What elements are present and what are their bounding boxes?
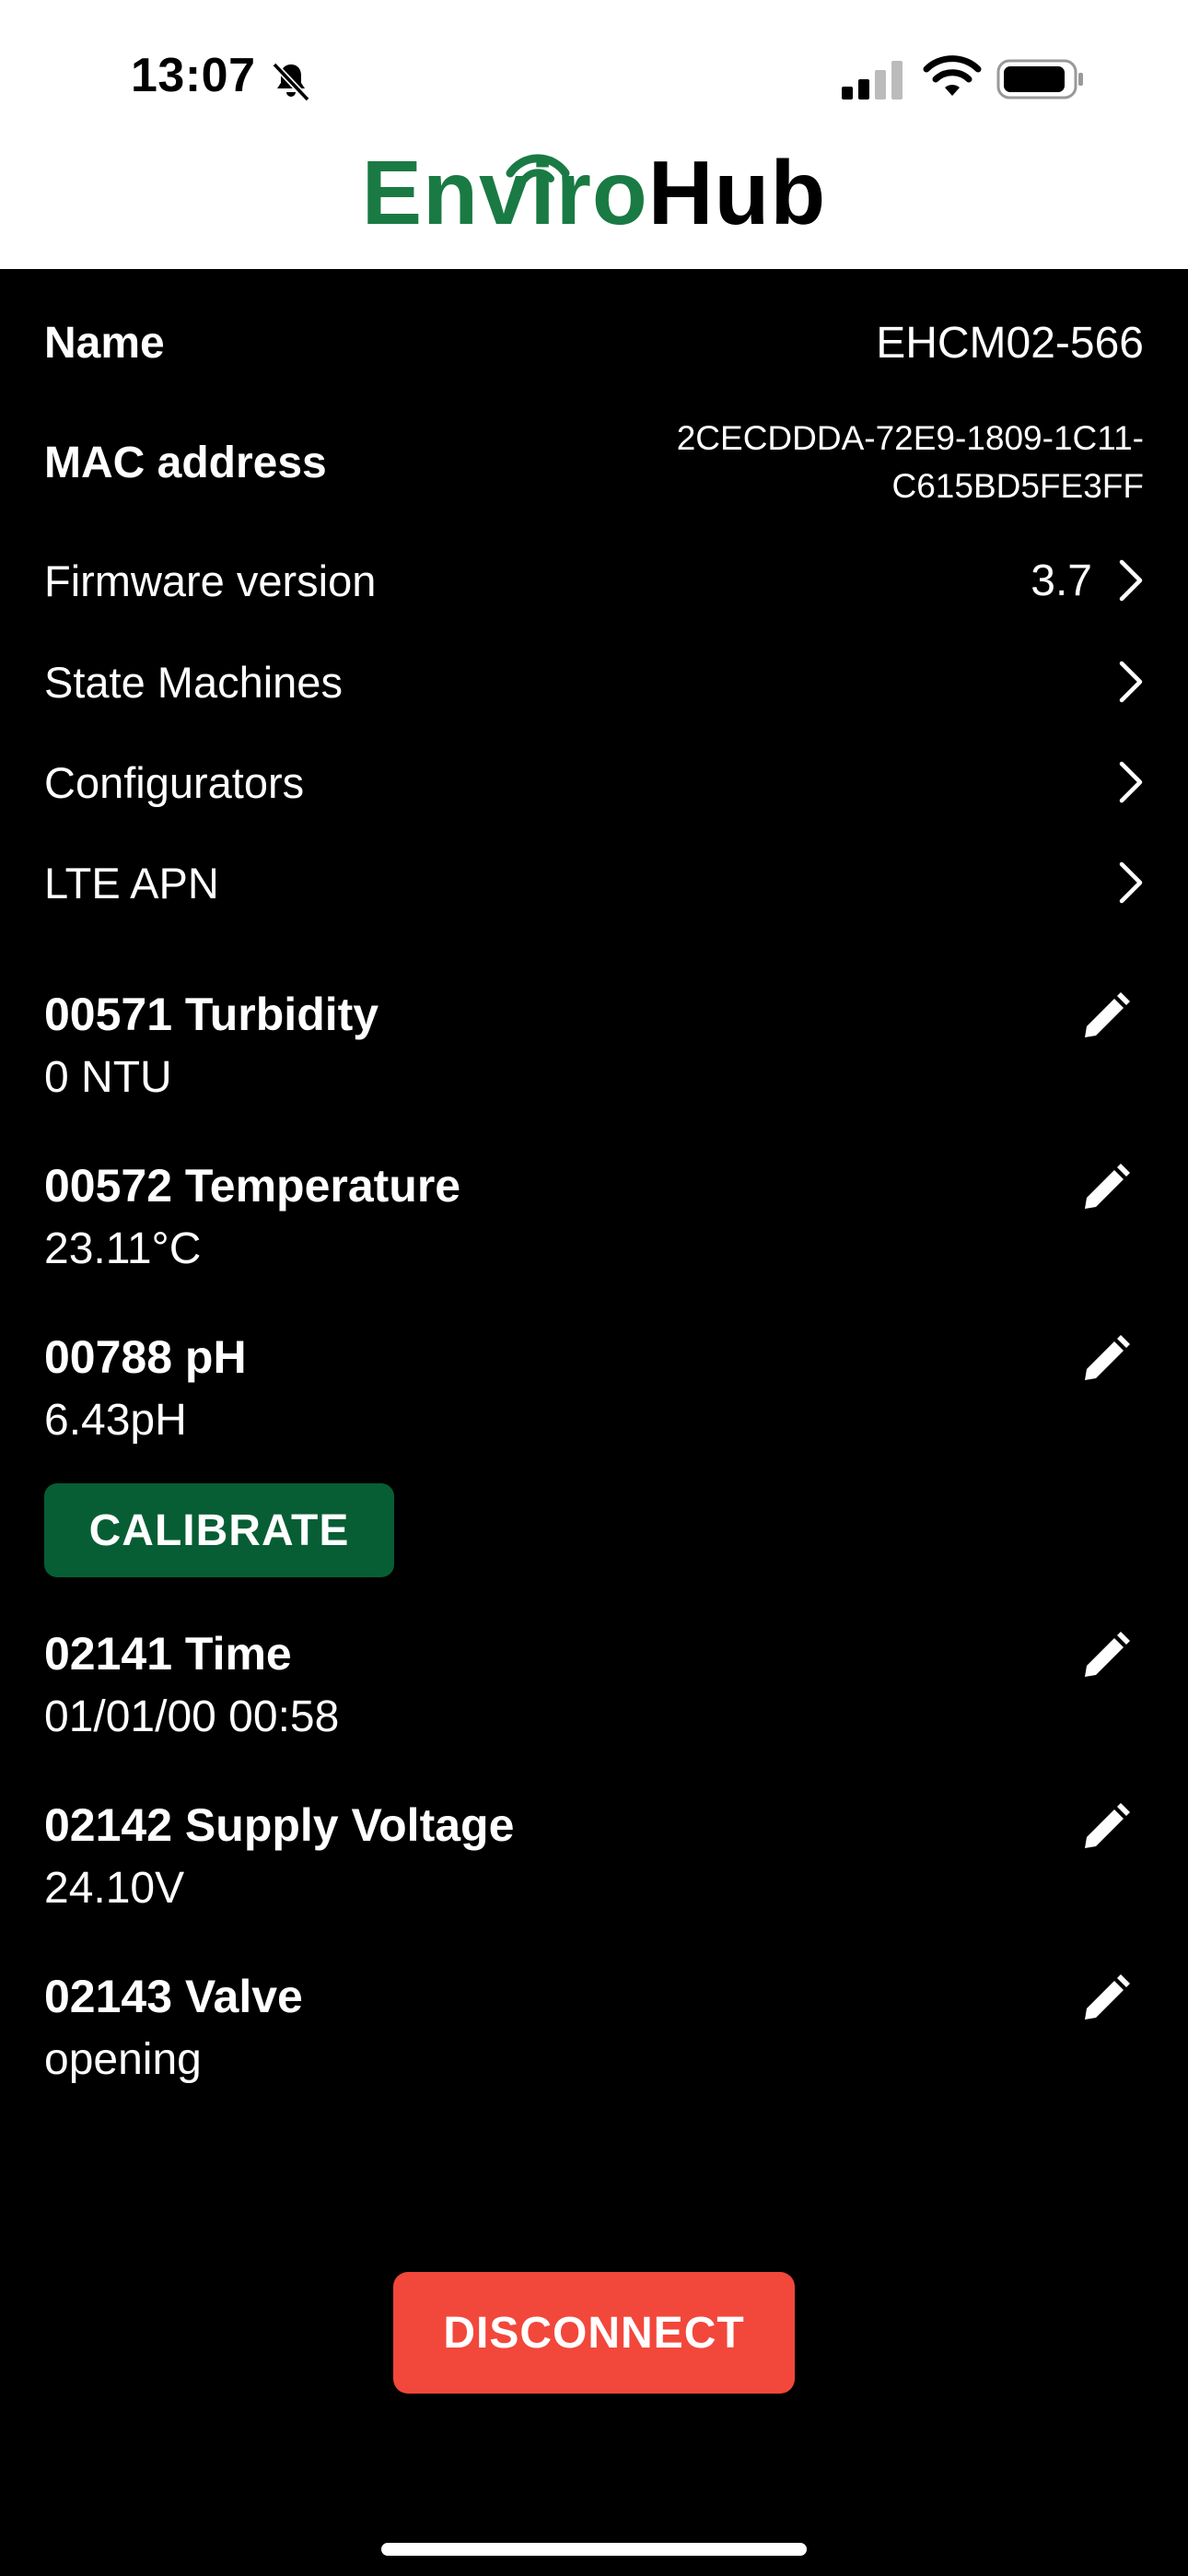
state-machines-row[interactable]: State Machines [44,652,1144,711]
name-value: EHCM02-566 [876,318,1144,368]
configurators-label: Configurators [44,757,305,807]
chevron-right-icon [1119,661,1143,703]
sensor-value: 23.11°C [44,1224,202,1273]
chevron-right-icon [1119,861,1143,904]
sensor-title: 02141 Time [44,1628,292,1680]
bell-slash-icon [272,62,310,102]
wifi-icon [923,55,982,96]
sensor-item-time: 02141 Time 01/01/00 00:58 [44,1627,1144,1742]
logo-hub: Hub [647,142,827,243]
edit-pencil-icon[interactable] [1076,988,1135,1047]
sensor-item-ph: 00788 pH 6.43pH [44,1330,1144,1446]
sensor-title: 02143 Valve [44,1971,303,2022]
sensor-item-temperature: 00572 Temperature 23.11°C [44,1159,1144,1274]
lte-apn-row[interactable]: LTE APN [44,853,1144,912]
app-header: 13:07 EnviroHub [0,0,1188,269]
chevron-right-icon [1119,559,1143,602]
sensor-value: 24.10V [44,1864,185,1913]
battery-icon [996,59,1083,100]
lte-apn-label: LTE APN [44,858,219,907]
name-label: Name [44,318,165,368]
sensor-value: 6.43pH [44,1396,187,1445]
edit-pencil-icon[interactable] [1076,1970,1135,2029]
sensor-title: 00572 Temperature [44,1160,461,1212]
sensor-title: 00788 pH [44,1331,247,1383]
home-indicator[interactable] [381,2543,807,2556]
firmware-version-label: Firmware version [44,556,377,605]
mac-address-label: MAC address [44,438,327,487]
sensor-item-supply-voltage: 02142 Supply Voltage 24.10V [44,1798,1144,1914]
calibrate-button[interactable]: CALIBRATE [44,1483,394,1577]
mac-address-value: 2CECDDDA-72E9-1809-1C11- C615BD5FE3FF [677,415,1144,510]
mac-address-line-1: 2CECDDDA-72E9-1809-1C11- [676,419,1144,457]
edit-pencil-icon[interactable] [1076,1330,1135,1389]
state-machines-label: State Machines [44,657,343,707]
name-row: Name EHCM02-566 [44,313,1144,372]
mac-address-line-2: C615BD5FE3FF [891,467,1145,505]
chevron-right-icon [1119,761,1143,803]
firmware-version-row[interactable]: Firmware version 3.7 [44,551,1144,610]
disconnect-button[interactable]: DISCONNECT [393,2272,795,2394]
sensor-item-valve: 02143 Valve opening [44,1970,1144,2085]
sensor-value: 01/01/00 00:58 [44,1692,340,1741]
configurators-row[interactable]: Configurators [44,753,1144,812]
status-time: 13:07 [131,49,256,102]
sensor-value: 0 NTU [44,1053,172,1102]
edit-pencil-icon[interactable] [1076,1159,1135,1218]
edit-pencil-icon[interactable] [1076,1627,1135,1686]
logo-enviro: Enviro [361,142,648,243]
mac-address-row: MAC address 2CECDDDA-72E9-1809-1C11- C61… [44,413,1144,512]
sensor-title: 00571 Turbidity [44,989,379,1040]
firmware-version-value: 3.7 [1031,556,1092,605]
edit-pencil-icon[interactable] [1076,1798,1135,1857]
sensor-value: opening [44,2035,202,2084]
cellular-signal-icon [842,61,903,100]
sensor-title: 02142 Supply Voltage [44,1799,515,1851]
app-logo: EnviroHub [0,147,1188,238]
sensor-item-turbidity: 00571 Turbidity 0 NTU [44,988,1144,1103]
